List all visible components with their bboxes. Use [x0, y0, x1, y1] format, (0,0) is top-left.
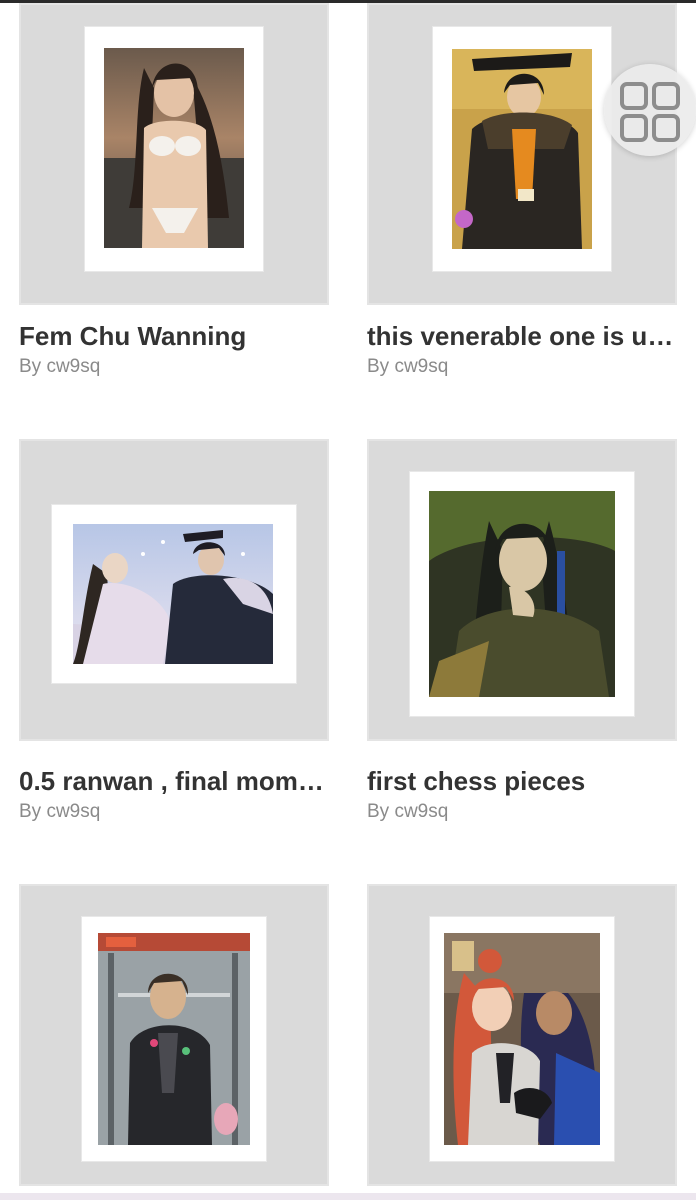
card-title[interactable]: 0.5 ranwan , final mom… [19, 766, 329, 797]
card-title[interactable]: this venerable one is un… [367, 321, 677, 352]
artwork-two-characters [444, 933, 600, 1145]
card-title[interactable]: Fem Chu Wanning [19, 321, 329, 352]
gallery-card[interactable]: 0.5 ranwan , final mom… By cw9sq [19, 439, 329, 822]
print-mat [410, 472, 634, 716]
grid-view-toggle-button[interactable] [604, 64, 696, 156]
card-author: By cw9sq [19, 356, 101, 377]
gallery-card[interactable] [367, 884, 677, 1186]
card-thumbnail[interactable] [19, 884, 329, 1186]
card-thumbnail[interactable] [19, 439, 329, 741]
print-mat [52, 505, 296, 683]
card-title[interactable]: first chess pieces [367, 766, 677, 797]
gallery-card[interactable] [19, 884, 329, 1186]
bottom-edge [0, 1193, 696, 1200]
card-author: By cw9sq [367, 801, 449, 822]
artwork-green-portrait [429, 491, 615, 697]
artwork-snow-embrace [73, 524, 273, 664]
card-thumbnail[interactable] [367, 884, 677, 1186]
gallery-card[interactable]: first chess pieces By cw9sq [367, 439, 677, 822]
gallery-card[interactable]: Fem Chu Wanning By cw9sq [19, 3, 329, 377]
artwork-elevator-scene [98, 933, 250, 1145]
print-mat [430, 917, 614, 1161]
gallery-card[interactable]: this venerable one is un… By cw9sq [367, 3, 677, 377]
print-mat [82, 917, 266, 1161]
card-author: By cw9sq [19, 801, 101, 822]
print-mat [85, 27, 263, 271]
card-thumbnail[interactable] [367, 439, 677, 741]
artwork-emperor-fur-coat [452, 49, 592, 249]
artwork-beach-portrait [104, 48, 244, 248]
print-mat [433, 27, 611, 271]
card-author: By cw9sq [367, 356, 449, 377]
card-thumbnail[interactable] [19, 3, 329, 305]
card-thumbnail[interactable] [367, 3, 677, 305]
